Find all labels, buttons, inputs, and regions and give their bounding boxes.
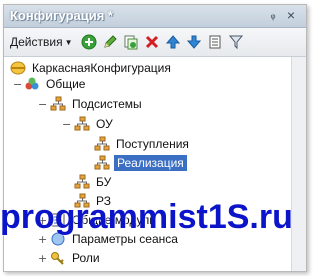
tree-item-label: Подсистемы — [72, 97, 142, 111]
edit-button[interactable] — [102, 34, 118, 50]
arrow-up-icon — [165, 35, 181, 49]
move-up-button[interactable] — [165, 34, 181, 50]
subsystem-icon — [94, 136, 110, 152]
tree-item-ou[interactable]: ОУ — [74, 114, 113, 134]
move-down-button[interactable] — [186, 34, 202, 50]
list-button[interactable] — [207, 34, 223, 50]
copy-icon — [124, 35, 138, 50]
actions-menu[interactable]: Действия ▼ — [10, 35, 73, 49]
configuration-tree: КаркаснаяКонфигурация − Общие − Подсисте… — [4, 57, 306, 271]
collapse-icon[interactable]: − — [62, 119, 71, 130]
tree-item-label: БУ — [96, 175, 112, 189]
key-icon — [50, 250, 66, 266]
delete-icon — [145, 35, 159, 49]
copy-button[interactable] — [123, 34, 139, 50]
actions-label: Действия — [10, 35, 63, 49]
filter-button[interactable] — [228, 34, 244, 50]
tree-item-bu[interactable]: БУ — [74, 172, 111, 192]
close-icon[interactable]: × — [284, 8, 298, 22]
tree-item-label: Роли — [72, 251, 100, 265]
subsystem-icon — [74, 174, 90, 190]
list-icon — [209, 35, 221, 49]
add-button[interactable] — [81, 34, 97, 50]
tree-item-label: КаркаснаяКонфигурация — [32, 61, 171, 75]
subsystem-icon — [50, 96, 66, 112]
tree-item-roles[interactable]: Роли — [50, 248, 100, 268]
tree-item-label: ОУ — [96, 117, 113, 131]
subsystem-icon — [94, 155, 110, 171]
toolbar: Действия ▼ — [4, 28, 306, 57]
title-bar: Конфигурация * ᵩ × — [4, 5, 306, 28]
watermark-text: programmist1S.ru — [0, 198, 293, 236]
add-icon — [81, 34, 97, 50]
pin-icon[interactable]: ᵩ — [266, 8, 280, 22]
panel-title: Конфигурация * — [10, 8, 113, 23]
dropdown-arrow-icon: ▼ — [64, 38, 73, 47]
common-icon — [24, 76, 40, 92]
vertical-scrollbar[interactable] — [291, 57, 306, 271]
pencil-icon — [104, 35, 117, 48]
delete-button[interactable] — [144, 34, 160, 50]
arrow-down-icon — [186, 35, 202, 49]
collapse-icon[interactable]: − — [13, 79, 22, 90]
tree-item-label: Поступления — [116, 137, 189, 151]
tree-item-label: Общие — [46, 77, 86, 91]
expand-icon[interactable]: + — [38, 253, 47, 264]
tree-item-postupleniya[interactable]: Поступления — [94, 134, 189, 154]
tree-item-label-selected: Реализация — [114, 155, 187, 171]
tree-item-common[interactable]: Общие — [24, 74, 85, 94]
filter-icon — [228, 35, 244, 50]
tree-item-realizaciya[interactable]: Реализация — [94, 153, 187, 173]
subsystem-icon — [74, 116, 90, 132]
collapse-icon[interactable]: − — [38, 99, 47, 110]
tree-item-subsystems[interactable]: Подсистемы — [50, 94, 142, 114]
